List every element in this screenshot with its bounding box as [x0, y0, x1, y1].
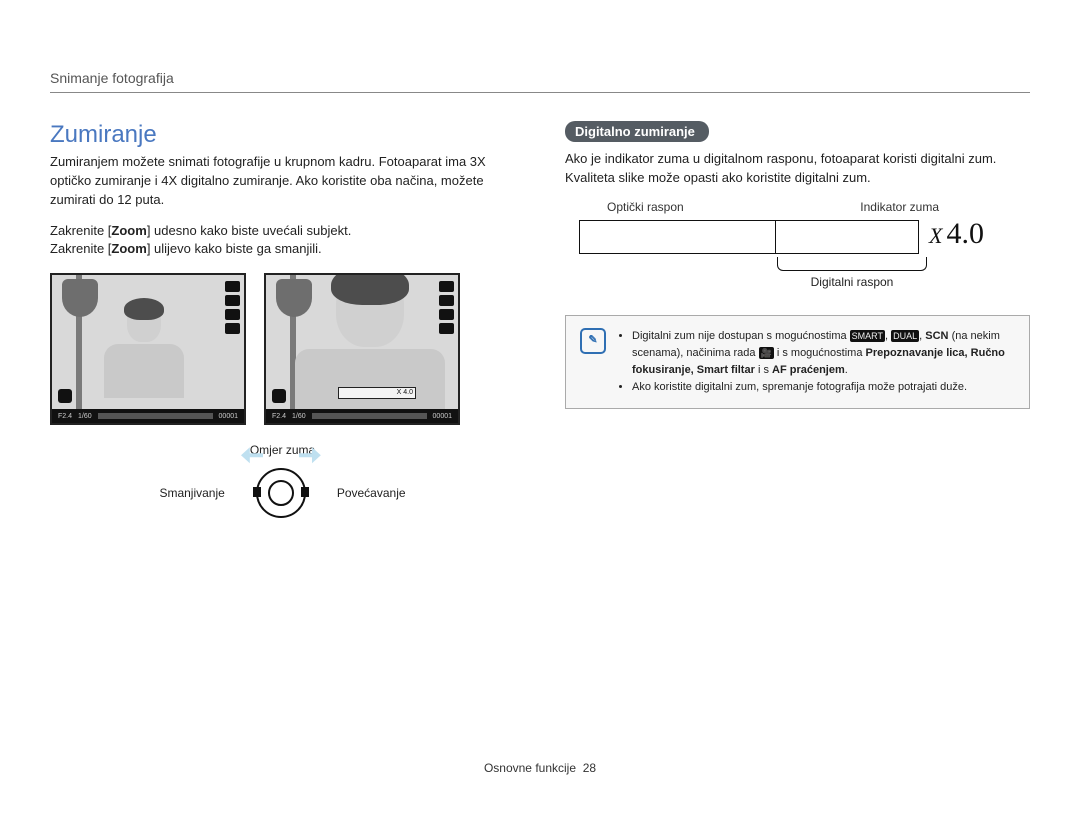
exposure-bar — [312, 413, 427, 419]
instr1-suffix: ] udesno kako biste uvećali subjekt. — [147, 223, 352, 238]
preview-zoomed: X 4.0 F2.4 1/60 00001 — [264, 273, 460, 425]
right-column: Digitalno zumiranje Ako je indikator zum… — [565, 121, 1030, 523]
zoom-value-overlay: X 4.0 — [397, 389, 413, 396]
subject-figure — [104, 302, 184, 402]
dial-icon — [251, 463, 311, 523]
exposure-bar — [98, 413, 213, 419]
page-title: Zumiranje — [50, 121, 515, 149]
instr2-prefix: Zakrenite [ — [50, 241, 111, 256]
camera-previews: F2.4 1/60 00001 X 4.0 — [50, 273, 515, 425]
zoom-indicator-overlay: X 4.0 — [338, 387, 416, 399]
steady-icon — [58, 389, 72, 403]
note-list: Digitalni zum nije dostupan s mogućnosti… — [618, 328, 1015, 396]
optical-range-label: Optički raspon — [607, 200, 684, 214]
shutter-value: 1/60 — [292, 413, 306, 420]
note-box: ✎ Digitalni zum nije dostupan s mogućnos… — [565, 315, 1030, 409]
zoom-value-display: X 4.0 — [929, 217, 984, 251]
left-column: Zumiranje Zumiranjem možete snimati foto… — [50, 121, 515, 523]
aperture-value: F2.4 — [272, 413, 286, 420]
shutter-value: 1/60 — [78, 413, 92, 420]
frame-counter: 00001 — [219, 413, 238, 420]
aperture-value: F2.4 — [58, 413, 72, 420]
instr2-suffix: ] ulijevo kako biste ga smanjili. — [147, 241, 322, 256]
smart-mode-icon: SMART — [850, 330, 885, 342]
zoom-keyword-2: Zoom — [111, 241, 146, 256]
instr1-prefix: Zakrenite [ — [50, 223, 111, 238]
digital-zoom-heading: Digitalno zumiranje — [565, 121, 709, 142]
period: . — [845, 364, 848, 376]
zoom-value-x: X — [929, 223, 942, 249]
arrow-right-icon — [299, 445, 321, 465]
osd-side-icons — [225, 281, 240, 334]
digital-range-label: Digitalni raspon — [777, 275, 927, 289]
digital-zoom-body: Ako je indikator zuma u digitalnom raspo… — [565, 150, 1030, 188]
zoom-dial — [251, 463, 311, 523]
instruction-text: Zakrenite [Zoom] udesno kako biste uveća… — [50, 222, 515, 260]
note1-bold-af: AF praćenjem — [772, 364, 845, 376]
breadcrumb: Snimanje fotografija — [50, 70, 1030, 93]
arrow-left-icon — [241, 445, 263, 465]
note-item-1: Digitalni zum nije dostupan s mogućnosti… — [632, 328, 1015, 379]
page-number: 28 — [583, 761, 596, 775]
osd-side-icons — [439, 281, 454, 334]
page-footer: Osnovne funkcije 28 — [0, 761, 1080, 775]
osd-bottom-strip: F2.4 1/60 00001 — [52, 409, 244, 423]
note1-d: i s mogućnostima — [777, 347, 866, 359]
zoom-indicator-label: Indikator zuma — [860, 200, 939, 214]
optical-range-segment — [580, 221, 776, 253]
subject-figure-zoomed — [295, 273, 445, 425]
digital-range-brace — [777, 257, 927, 271]
zoom-increase-label: Povećavanje — [337, 486, 406, 500]
steady-icon — [272, 389, 286, 403]
lamp-head-icon — [62, 279, 98, 317]
note1-e: i s — [758, 364, 772, 376]
zoom-range-figure: Optički raspon Indikator zuma X 4.0 Digi… — [579, 200, 979, 289]
content-columns: Zumiranje Zumiranjem možete snimati foto… — [50, 121, 1030, 523]
note-icon: ✎ — [580, 328, 606, 354]
zoom-keyword: Zoom — [111, 223, 146, 238]
movie-mode-icon: 🎥 — [759, 347, 774, 359]
preview-wide: F2.4 1/60 00001 — [50, 273, 246, 425]
note-item-2: Ako koristite digitalni zum, spremanje f… — [632, 379, 1015, 396]
intro-text: Zumiranjem možete snimati fotografije u … — [50, 153, 515, 210]
zoom-range-bar — [579, 220, 919, 254]
dual-mode-icon: DUAL — [891, 330, 919, 342]
frame-counter: 00001 — [433, 413, 452, 420]
zoom-dial-row: Smanjivanje Povećavanje — [50, 463, 515, 523]
scn-label: SCN — [925, 330, 948, 342]
zoom-decrease-label: Smanjivanje — [159, 486, 224, 500]
note1-a: Digitalni zum nije dostupan s mogućnosti… — [632, 330, 850, 342]
footer-section: Osnovne funkcije — [484, 761, 576, 775]
zoom-value-number: 4.0 — [946, 217, 984, 251]
osd-bottom-strip: F2.4 1/60 00001 — [266, 409, 458, 423]
